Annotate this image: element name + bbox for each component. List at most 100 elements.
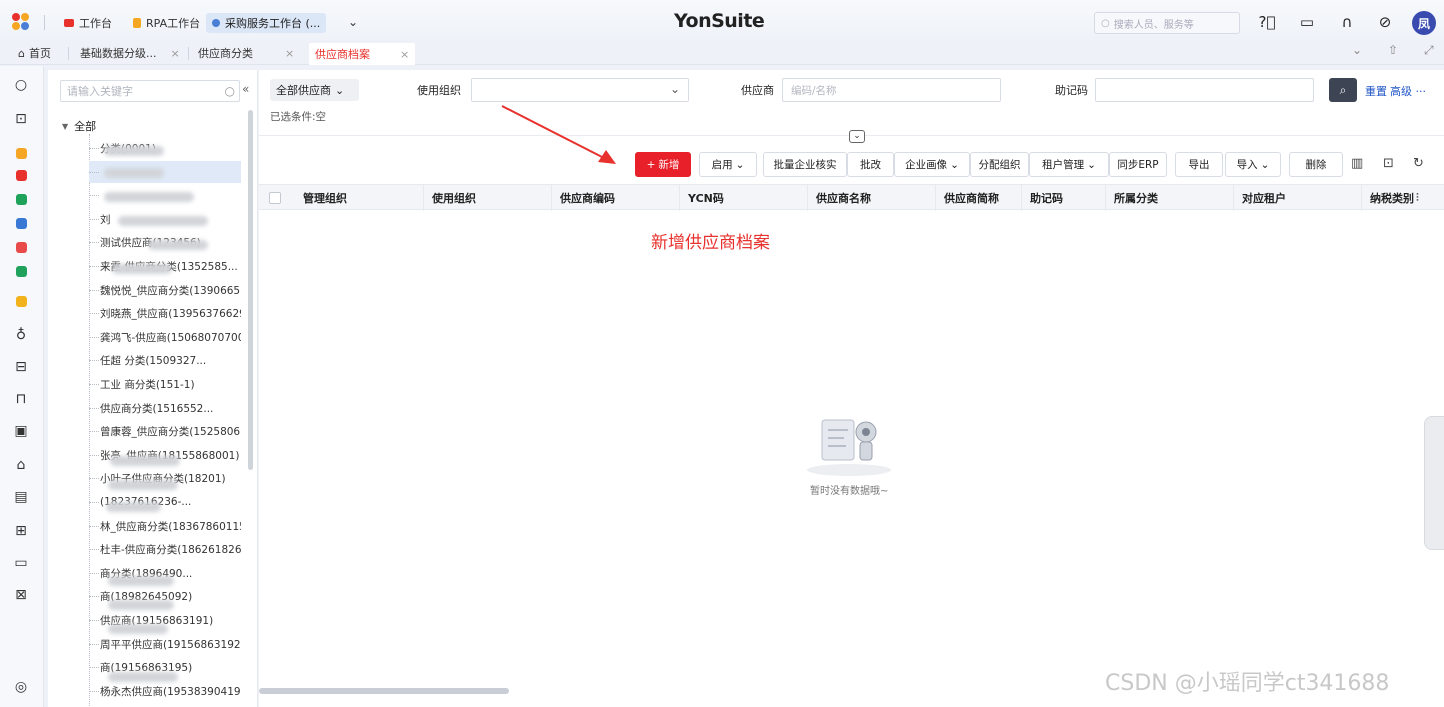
monitor-icon[interactable]: ▭ [12,554,30,572]
tenant-mgmt-button[interactable]: 租户管理 ⌄ [1029,152,1109,177]
column-header[interactable]: 供应商编码 [551,185,679,211]
close-icon[interactable]: × [285,47,294,60]
enable-button[interactable]: 启用 ⌄ [699,152,757,177]
sync-erp-button[interactable]: 同步ERP [1109,152,1167,177]
tree-scrollbar[interactable] [248,110,253,470]
chevron-double-down-icon[interactable]: ⌄ [1352,43,1362,57]
column-header[interactable]: 供应商简称 [935,185,1021,211]
column-header[interactable]: 助记码 [1021,185,1105,211]
search-button[interactable]: ⌕ [1329,78,1357,102]
tab-supplier-archive[interactable]: 供应商档案 × [309,43,416,65]
tree-node[interactable]: 供应商分类(1516552... [89,397,241,419]
side-floating-widget[interactable] [1424,416,1444,550]
tab-data-grading[interactable]: 基础数据分级... × [80,44,180,62]
global-search-input[interactable]: ○ 搜索人员、服务等 [1094,12,1240,34]
column-settings-icon[interactable]: ⫶ [1416,191,1419,205]
tree-node[interactable]: 魏悦悦_供应商分类(1390665... [89,279,241,301]
batch-edit-button[interactable]: 批改 [847,152,894,177]
tab-supplier-category[interactable]: 供应商分类 × [198,44,294,62]
search-icon: ○ [1101,17,1110,29]
yellow-app-icon[interactable] [12,292,30,310]
ui-layout-icon[interactable]: ▥ [1351,156,1363,171]
market-icon[interactable]: ⊞ [12,522,30,540]
top-bar: 工作台 RPA工作台 采购服务工作台 (... ⌄ YonSuite ○ 搜索人… [0,0,1444,44]
search-icon[interactable]: ○ [12,76,30,94]
tree-node[interactable]: 刘晓燕_供应商(13956376629) [89,302,241,324]
users-icon[interactable]: ♁ [12,326,30,344]
house-icon[interactable]: ⌂ [12,456,30,474]
chevron-down-icon: ⌄ [335,83,345,97]
app-launcher-icon[interactable] [12,13,32,31]
help-icon[interactable]: ?⃝ [1256,11,1278,33]
delete-button[interactable]: 删除 [1289,152,1343,177]
message-icon[interactable]: ▭ [1296,11,1318,33]
table-header: 管理组织 使用组织 供应商编码 YCN码 供应商名称 供应商简称 助记码 所属分… [259,184,1444,211]
apps-icon[interactable] [12,144,30,162]
tab-home[interactable]: ⌂ 首页 [18,44,51,62]
tree-node[interactable]: 周平平供应商(19156863192) [89,633,241,655]
tree-root[interactable]: ▼ 全部 [62,118,96,134]
add-button[interactable]: + 新增 [635,152,691,177]
shop-icon[interactable]: ⊓ [12,390,30,408]
supplier-input[interactable]: 编码/名称 [782,78,1001,102]
tree-node[interactable]: 曾康蓉_供应商分类(1525806... [89,420,241,442]
report-icon[interactable]: ⊠ [12,586,30,604]
column-header[interactable]: 使用组织 [423,185,551,211]
reset-link[interactable]: 重置 [1365,83,1387,99]
org-select[interactable]: ⌄ [471,78,689,102]
column-header[interactable]: 对应租户 [1233,185,1361,211]
import-button[interactable]: 导入 ⌄ [1225,152,1281,177]
expand-filter-button[interactable]: ⌄ [849,130,865,143]
column-header[interactable]: YCN码 [679,185,807,211]
close-icon[interactable]: × [171,47,180,60]
green-app-icon[interactable] [12,190,30,208]
avatar[interactable]: 凤 [1412,11,1436,35]
tree-node[interactable]: 杨永杰供应商(195383904190... [89,680,241,702]
tree-node[interactable]: 龚鸿飞-供应商(15068070700) [89,326,241,348]
headset-icon[interactable]: ∩ [1336,11,1358,33]
folder-icon[interactable]: ▤ [12,488,30,506]
chevron-down-icon[interactable]: ⌄ [348,15,358,29]
enterprise-profile-button[interactable]: 企业画像 ⌄ [894,152,970,177]
assign-org-button[interactable]: 分配组织 [970,152,1029,177]
procurement-icon [212,19,220,27]
mnemonic-input[interactable] [1095,78,1314,102]
select-all-checkbox[interactable] [269,192,281,204]
column-header[interactable]: 所属分类 [1105,185,1233,211]
plus-icon: + [646,158,656,171]
refresh-icon[interactable]: ↻ [1413,156,1424,171]
compass-icon[interactable]: ⊘ [1374,11,1396,33]
store-icon[interactable]: ⊟ [12,358,30,376]
batch-verify-button[interactable]: 批量企业核实 [763,152,847,177]
export-button[interactable]: 导出 [1175,152,1223,177]
tree-search-input[interactable]: 请输入关键字 ○ [60,80,240,102]
advanced-link[interactable]: 高级 ··· [1390,83,1426,99]
search-icon[interactable]: ○ [225,84,235,98]
red-app-icon[interactable] [12,238,30,256]
app-store-icon[interactable]: ⊡ [12,110,30,128]
tab-workbench[interactable]: 工作台 [64,13,112,33]
fullscreen-icon[interactable]: ⤢ [1424,43,1434,58]
tree-node[interactable]: 任超 分类(1509327... [89,349,241,371]
supplier-scope-select[interactable]: 全部供应商 ⌄ [270,79,359,101]
column-header[interactable]: 供应商名称 [807,185,935,211]
clipboard-icon[interactable]: ▣ [12,422,30,440]
tab-rpa-workbench[interactable]: RPA工作台 [133,13,200,33]
column-header[interactable]: 纳税类别 ⫶ [1361,185,1444,211]
page-tabs: ⌂ 首页 基础数据分级... × 供应商分类 × 供应商档案 × [0,40,1444,65]
caret-down-icon[interactable]: ▼ [62,122,68,131]
close-icon[interactable]: × [400,48,409,61]
chart-app-icon[interactable] [12,262,30,280]
settings-icon[interactable]: ◎ [12,678,30,696]
collapse-panel-icon[interactable]: « [242,82,249,96]
upload-icon[interactable]: ⇧ [1388,43,1398,57]
print-icon[interactable]: ⊡ [1383,156,1394,171]
column-header[interactable]: 管理组织 [295,185,423,211]
tab-procurement-workbench[interactable]: 采购服务工作台 (... [206,13,327,33]
tree-node[interactable]: 工业 商分类(151-1) [89,373,241,395]
horizontal-scrollbar[interactable] [259,688,509,694]
tree-node[interactable]: 杜丰-供应商分类(186261826... [89,538,241,560]
blue-app-icon[interactable] [12,214,30,232]
finance-icon[interactable] [12,166,30,184]
tree-node[interactable]: 林_供应商分类(18367860115) [89,515,241,537]
